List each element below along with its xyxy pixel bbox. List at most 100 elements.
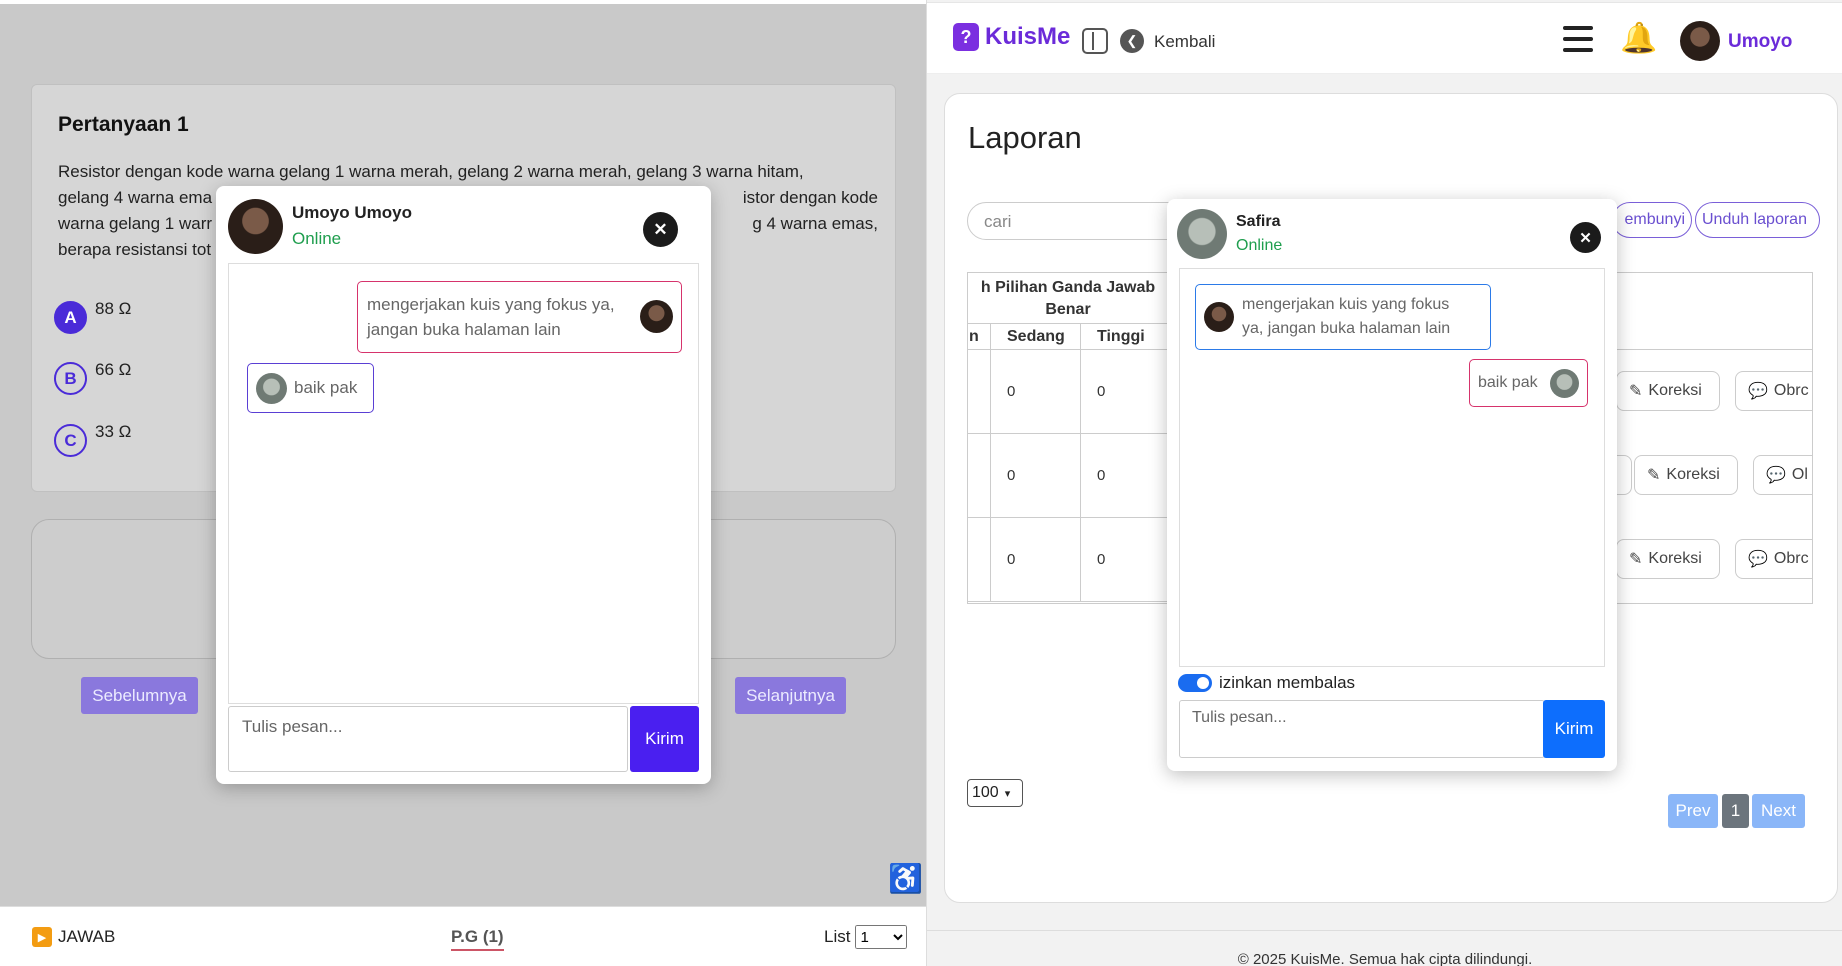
avatar <box>1204 302 1234 332</box>
chat-icon: 💬 <box>1766 467 1786 484</box>
list-select-group: List 1 <box>824 925 908 949</box>
download-report-button[interactable]: Unduh laporan <box>1695 202 1820 238</box>
avatar <box>1550 369 1579 398</box>
option-c[interactable]: C 33 Ω <box>54 422 131 457</box>
table-cell: 0 <box>1080 517 1170 602</box>
chat-label: Ol <box>1791 466 1808 483</box>
message-line: mengerjakan kuis yang fokus <box>1242 296 1450 313</box>
bell-icon[interactable]: 🔔 <box>1620 21 1657 56</box>
chat-icon: 💬 <box>1748 551 1768 568</box>
quiz-panel: Pertanyaan 1 Resistor dengan kode warna … <box>0 0 926 966</box>
close-icon[interactable]: ✕ <box>643 212 678 247</box>
table-subheader: Sedang <box>990 323 1081 350</box>
screen: Pertanyaan 1 Resistor dengan kode warna … <box>0 0 1842 966</box>
toggle-label: izinkan membalas <box>1219 673 1356 692</box>
option-letter[interactable]: C <box>54 424 87 457</box>
send-button[interactable]: Kirim <box>630 706 699 772</box>
chat-name: Umoyo Umoyo <box>292 203 412 222</box>
copyright-footer: © 2025 KuisMe. Semua hak cipta dilindung… <box>927 930 1842 966</box>
chat-button[interactable]: 💬 Obrc <box>1735 371 1812 411</box>
close-icon[interactable]: ✕ <box>1570 222 1601 253</box>
play-icon: ▶ <box>32 927 52 947</box>
user-name[interactable]: Umoyo <box>1728 31 1792 53</box>
message-input[interactable]: Tulis pesan... <box>1179 700 1545 758</box>
table-subheader: Tinggi <box>1080 323 1170 350</box>
chat-label: Obrc <box>1773 550 1809 567</box>
next-button[interactable]: Selanjutnya <box>735 677 846 714</box>
edit-icon: ✎ <box>1629 551 1643 568</box>
koreksi-button[interactable]: ✎ Koreksi <box>1616 371 1720 411</box>
search-input[interactable]: cari <box>967 202 1187 240</box>
chat-button[interactable]: 💬 Ol <box>1753 455 1812 495</box>
message-text: baik pak <box>1478 374 1538 391</box>
quiz-footer: ▶ JAWAB P.G (1) List 1 <box>0 906 926 966</box>
sidebar-toggle-icon[interactable] <box>1082 28 1108 54</box>
option-letter[interactable]: B <box>54 362 87 395</box>
option-b[interactable]: B 66 Ω <box>54 360 131 395</box>
table-cell <box>968 433 991 518</box>
page-title: Laporan <box>968 120 1082 155</box>
hide-button[interactable]: embunyi <box>1612 202 1692 238</box>
edit-icon: ✎ <box>1647 467 1661 484</box>
chevron-left-icon[interactable]: ❮ <box>1120 29 1144 53</box>
option-a[interactable]: A 88 Ω <box>54 299 131 334</box>
question-logo-icon: ? <box>953 23 979 51</box>
table-cell: 0 <box>990 349 1081 434</box>
menu-icon[interactable] <box>1563 26 1593 52</box>
partial-button[interactable] <box>1616 455 1632 495</box>
option-text[interactable]: 33 Ω <box>95 422 131 442</box>
top-navbar: ? KuisMe ❮ Kembali 🔔 Umoyo <box>927 2 1842 74</box>
chat-modal-teacher: Safira Online ✕ mengerjakan kuis yang fo… <box>1167 199 1617 771</box>
edit-icon: ✎ <box>1629 383 1643 400</box>
chat-modal-student: Umoyo Umoyo Online ✕ mengerjakan kuis ya… <box>216 186 711 784</box>
question-title: Pertanyaan 1 <box>58 113 189 136</box>
message-line: mengerjakan kuis yang fokus ya, <box>367 295 615 314</box>
table-cell: 0 <box>1080 433 1170 518</box>
table-cell <box>968 349 991 434</box>
avatar <box>640 300 673 333</box>
jawab-label: JAWAB <box>58 927 116 946</box>
table-subheader: n <box>968 323 991 350</box>
table-cell <box>968 517 991 602</box>
table-header-line: h Pilihan Ganda Jawab <box>980 279 1156 296</box>
option-text[interactable]: 88 Ω <box>95 299 131 319</box>
brand-logo[interactable]: ? KuisMe <box>953 23 1070 51</box>
chat-icon: 💬 <box>1748 383 1768 400</box>
koreksi-label: Koreksi <box>1666 466 1720 483</box>
table-cell: 0 <box>990 517 1081 602</box>
allow-reply-toggle[interactable] <box>1178 674 1212 692</box>
avatar[interactable] <box>1680 21 1720 61</box>
chat-label: Obrc <box>1773 382 1809 399</box>
chat-status: Online <box>292 229 342 248</box>
koreksi-button[interactable]: ✎ Koreksi <box>1616 539 1720 579</box>
chat-name: Safira <box>1236 213 1281 230</box>
chat-status: Online <box>1236 237 1283 254</box>
message-line: ya, jangan buka halaman lain <box>1242 320 1451 337</box>
accessibility-icon[interactable]: ♿ <box>888 862 923 895</box>
message-line: jangan buka halaman lain <box>367 320 561 339</box>
message-sent: baik pak <box>1469 359 1588 407</box>
prev-button[interactable]: Sebelumnya <box>81 677 198 714</box>
pg-tab[interactable]: P.G (1) <box>451 927 504 951</box>
koreksi-button[interactable]: ✎ Koreksi <box>1634 455 1738 495</box>
message-text: mengerjakan kuis yang fokus ya, jangan bu… <box>1242 293 1450 341</box>
list-select[interactable]: 1 <box>855 925 908 949</box>
message-sent: mengerjakan kuis yang fokus ya, jangan bu… <box>357 281 682 353</box>
message-text: baik pak <box>294 378 358 397</box>
prev-page-button[interactable]: Prev <box>1668 794 1718 828</box>
option-letter[interactable]: A <box>54 301 87 334</box>
option-text[interactable]: 66 Ω <box>95 360 131 380</box>
message-input[interactable]: Tulis pesan... <box>228 706 628 772</box>
send-button[interactable]: Kirim <box>1543 700 1605 758</box>
back-link[interactable]: Kembali <box>1154 32 1215 52</box>
koreksi-label: Koreksi <box>1648 550 1702 567</box>
chevron-down-icon: ▾ <box>1004 787 1011 800</box>
page-size-select[interactable]: 100 ▾ <box>967 779 1023 807</box>
message-area: mengerjakan kuis yang fokus ya, jangan bu… <box>1179 268 1605 667</box>
table-cell: 0 <box>990 433 1081 518</box>
next-page-button[interactable]: Next <box>1752 794 1805 828</box>
page-number[interactable]: 1 <box>1722 794 1749 828</box>
jawab-button[interactable]: ▶ JAWAB <box>32 927 115 947</box>
chat-button[interactable]: 💬 Obrc <box>1735 539 1812 579</box>
message-text: mengerjakan kuis yang fokus ya, jangan bu… <box>367 292 615 342</box>
